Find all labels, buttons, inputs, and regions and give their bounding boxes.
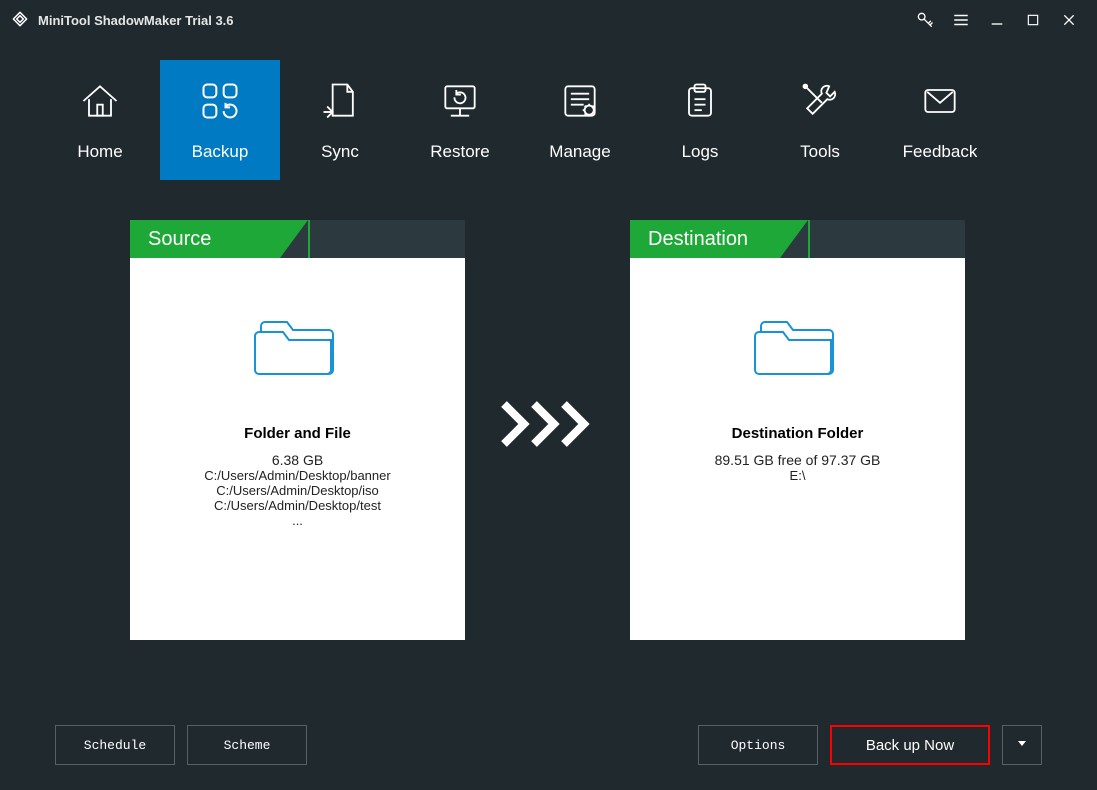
nav-restore[interactable]: Restore — [400, 60, 520, 180]
nav-logs[interactable]: Logs — [640, 60, 760, 180]
sync-icon — [318, 79, 362, 128]
footer: Schedule Scheme Options Back up Now — [0, 725, 1097, 765]
nav-label: Home — [77, 142, 122, 162]
nav-label: Tools — [800, 142, 840, 162]
caret-down-icon — [1016, 737, 1028, 753]
destination-card-header: Destination — [630, 220, 965, 258]
destination-free: 89.51 GB free of 97.37 GB — [630, 452, 965, 468]
folder-icon — [630, 308, 965, 385]
source-card-header: Source — [130, 220, 465, 258]
arrows-icon — [500, 400, 600, 448]
app-title: MiniTool ShadowMaker Trial 3.6 — [38, 13, 234, 28]
home-icon — [78, 79, 122, 128]
feedback-icon — [918, 79, 962, 128]
folder-icon — [130, 308, 465, 385]
nav-tools[interactable]: Tools — [760, 60, 880, 180]
source-size: 6.38 GB — [130, 452, 465, 468]
destination-header-label: Destination — [648, 228, 748, 251]
source-header-label: Source — [148, 228, 211, 251]
source-more: ... — [130, 513, 465, 528]
source-path: C:/Users/Admin/Desktop/iso — [130, 483, 465, 498]
source-title: Folder and File — [130, 425, 465, 442]
nav-label: Logs — [682, 142, 719, 162]
restore-icon — [438, 79, 482, 128]
backup-stage: Source Folder and File 6.38 GB C:/Users/… — [0, 200, 1097, 660]
maximize-button[interactable] — [1015, 0, 1051, 40]
logs-icon — [678, 79, 722, 128]
nav-label: Backup — [192, 142, 249, 162]
source-path: C:/Users/Admin/Desktop/banner — [130, 468, 465, 483]
nav-home[interactable]: Home — [40, 60, 160, 180]
nav-label: Sync — [321, 142, 359, 162]
destination-title: Destination Folder — [630, 425, 965, 442]
nav-label: Manage — [549, 142, 610, 162]
main-nav: Home Backup Sync Restore — [0, 40, 1097, 180]
backup-icon — [198, 79, 242, 128]
nav-manage[interactable]: Manage — [520, 60, 640, 180]
nav-label: Feedback — [903, 142, 978, 162]
nav-feedback[interactable]: Feedback — [880, 60, 1000, 180]
nav-label: Restore — [430, 142, 490, 162]
nav-backup[interactable]: Backup — [160, 60, 280, 180]
schedule-button[interactable]: Schedule — [55, 725, 175, 765]
backup-now-dropdown[interactable] — [1002, 725, 1042, 765]
close-button[interactable] — [1051, 0, 1087, 40]
manage-icon — [558, 79, 602, 128]
tools-icon — [798, 79, 842, 128]
titlebar: MiniTool ShadowMaker Trial 3.6 — [0, 0, 1097, 40]
key-icon-button[interactable] — [907, 0, 943, 40]
destination-path: E:\ — [630, 468, 965, 483]
minimize-button[interactable] — [979, 0, 1015, 40]
nav-sync[interactable]: Sync — [280, 60, 400, 180]
backup-now-button[interactable]: Back up Now — [830, 725, 990, 765]
scheme-button[interactable]: Scheme — [187, 725, 307, 765]
menu-icon-button[interactable] — [943, 0, 979, 40]
destination-card[interactable]: Destination Destination Folder 89.51 GB … — [630, 220, 965, 640]
source-card[interactable]: Source Folder and File 6.38 GB C:/Users/… — [130, 220, 465, 640]
app-logo-icon — [10, 9, 30, 32]
options-button[interactable]: Options — [698, 725, 818, 765]
source-path: C:/Users/Admin/Desktop/test — [130, 498, 465, 513]
